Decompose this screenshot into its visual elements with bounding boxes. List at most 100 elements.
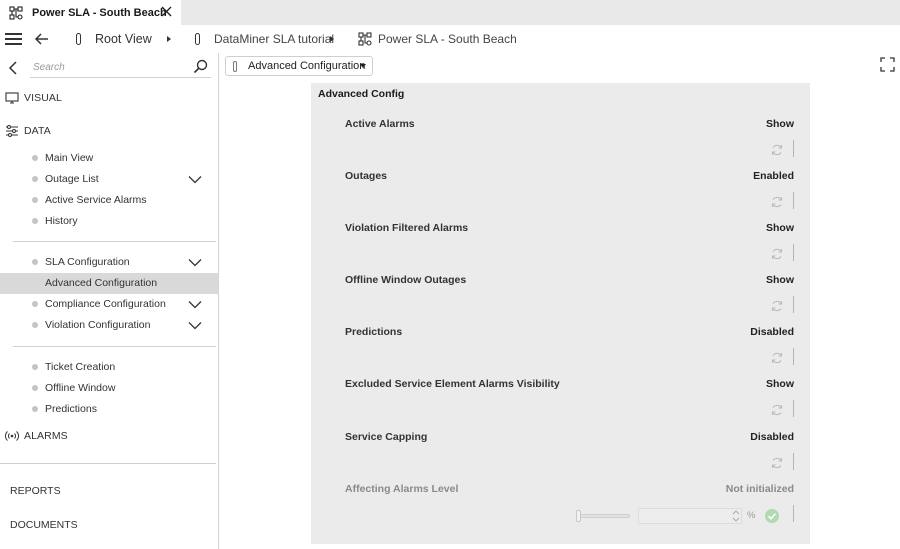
unit-label: %: [747, 510, 756, 521]
sidebar-section-data[interactable]: DATA: [5, 122, 51, 140]
breadcrumb-separator-icon[interactable]: [167, 36, 171, 42]
tab-power-sla[interactable]: Power SLA - South Beach: [0, 0, 181, 25]
refresh-icon[interactable]: [770, 351, 784, 365]
chevron-down-icon[interactable]: [188, 258, 202, 267]
setting-value: Show: [766, 222, 794, 234]
divider: [13, 241, 216, 242]
setting-value: Disabled: [750, 326, 794, 338]
sidebar-section-visual[interactable]: VISUAL: [5, 89, 62, 107]
refresh-icon[interactable]: [770, 143, 784, 157]
setting-label: Offline Window Outages: [345, 274, 467, 286]
chevron-left-icon[interactable]: [8, 61, 18, 75]
breadcrumb-power-sla[interactable]: Power SLA - South Beach: [358, 31, 517, 47]
service-icon: [358, 32, 372, 46]
bullet-icon: [32, 176, 38, 182]
bullet-icon: [32, 218, 38, 224]
sidebar-item-label: Violation Configuration: [45, 319, 151, 331]
setting-label: Excluded Service Element Alarms Visibili…: [345, 378, 560, 390]
sidebar-item-main-view[interactable]: Main View: [0, 148, 218, 169]
sidebar-item-label: Outage List: [45, 173, 99, 185]
refresh-icon[interactable]: [770, 403, 784, 417]
search-input[interactable]: [30, 57, 180, 78]
divider: [0, 463, 216, 464]
sidebar-item-advanced-configuration[interactable]: Advanced Configuration: [0, 273, 218, 294]
refresh-icon[interactable]: [770, 299, 784, 313]
confirm-button[interactable]: [765, 509, 779, 523]
level-input[interactable]: [638, 508, 742, 524]
sidebar-item-label: Compliance Configuration: [45, 298, 166, 310]
monitor-icon: [5, 92, 19, 104]
chevron-down-icon[interactable]: [188, 321, 202, 330]
sidebar-item-sla-configuration[interactable]: SLA Configuration: [0, 252, 218, 273]
bullet-icon: [32, 259, 38, 265]
sidebar-section-alarms[interactable]: ALARMS: [5, 427, 68, 445]
setting-value: Show: [766, 378, 794, 390]
sidebar-item-history[interactable]: History: [0, 211, 218, 232]
left-navigation-panel: VISUAL DATA Main View Outage List Active…: [0, 53, 219, 549]
chevron-down-icon[interactable]: [188, 300, 202, 309]
sliders-icon: [6, 125, 18, 137]
menu-icon[interactable]: [5, 33, 22, 45]
slider-track: [580, 514, 630, 518]
bullet-icon: [32, 406, 38, 412]
page-selector-dropdown[interactable]: Advanced Configuration: [225, 56, 373, 76]
setting-value: Show: [766, 274, 794, 286]
divider: [793, 505, 794, 522]
setting-label: Violation Filtered Alarms: [345, 222, 469, 234]
spinner-arrows-icon[interactable]: [732, 509, 740, 523]
sidebar-item-ticket-creation[interactable]: Ticket Creation: [0, 357, 218, 378]
refresh-icon[interactable]: [770, 456, 784, 470]
setting-value: Show: [766, 118, 794, 130]
setting-value: Enabled: [753, 170, 794, 182]
divider: [793, 296, 794, 313]
bullet-icon: [32, 197, 38, 203]
view-icon: [233, 60, 237, 72]
navigation-bar: Root View DataMiner SLA tutorial Power S…: [0, 25, 900, 53]
bullet-icon: [32, 155, 38, 161]
sidebar-item-label: Main View: [45, 152, 94, 164]
sidebar-item-compliance-configuration[interactable]: Compliance Configuration: [0, 294, 218, 315]
sidebar-item-label: Active Service Alarms: [45, 194, 147, 206]
search-icon[interactable]: [193, 59, 208, 74]
sidebar-item-offline-window[interactable]: Offline Window: [0, 378, 218, 399]
setting-label: Active Alarms: [345, 118, 415, 130]
setting-row-offline-window-outages: Offline Window Outages Show: [311, 273, 810, 325]
divider: [793, 192, 794, 209]
level-slider[interactable]: [576, 510, 632, 522]
setting-row-active-alarms: Active Alarms Show: [311, 117, 810, 169]
back-arrow-icon[interactable]: [34, 31, 50, 47]
breadcrumb-separator-icon[interactable]: [330, 36, 334, 42]
sidebar-item-active-service-alarms[interactable]: Active Service Alarms: [0, 190, 218, 211]
app-window: Power SLA - South Beach Root View DataMi…: [0, 0, 900, 549]
divider: [13, 346, 216, 347]
breadcrumb-label: Root View: [95, 32, 152, 46]
breadcrumb-root-view[interactable]: Root View: [76, 31, 152, 47]
slider-thumb[interactable]: [576, 510, 581, 522]
sidebar-link-documents[interactable]: DOCUMENTS: [10, 519, 78, 531]
bullet-icon: [32, 301, 38, 307]
divider: [793, 400, 794, 417]
sidebar-section-label: ALARMS: [24, 430, 68, 442]
caret-down-icon: [360, 64, 366, 68]
sidebar-item-label: SLA Configuration: [45, 256, 130, 268]
setting-label: Service Capping: [345, 431, 428, 443]
checkmark-icon: [767, 513, 777, 520]
chevron-down-icon[interactable]: [188, 175, 202, 184]
refresh-icon[interactable]: [770, 195, 784, 209]
setting-value: Not initialized: [725, 483, 794, 495]
setting-row-outages: Outages Enabled: [311, 169, 810, 221]
card-title: Advanced Config: [318, 88, 405, 100]
setting-row-service-capping: Service Capping Disabled: [311, 430, 810, 482]
close-icon[interactable]: [160, 5, 173, 18]
sidebar-section-label: DATA: [24, 125, 51, 137]
sidebar-item-violation-configuration[interactable]: Violation Configuration: [0, 315, 218, 336]
sidebar-item-predictions[interactable]: Predictions: [0, 399, 218, 420]
advanced-config-card: Advanced Config Active Alarms Show Outag…: [311, 83, 810, 544]
fullscreen-icon[interactable]: [880, 57, 895, 72]
breadcrumb-dataminer-sla-tutorial[interactable]: DataMiner SLA tutorial: [195, 31, 334, 47]
sidebar-link-reports[interactable]: REPORTS: [10, 485, 61, 497]
sidebar-item-outage-list[interactable]: Outage List: [0, 169, 218, 190]
divider: [793, 348, 794, 365]
refresh-icon[interactable]: [770, 247, 784, 261]
divider: [793, 453, 794, 470]
